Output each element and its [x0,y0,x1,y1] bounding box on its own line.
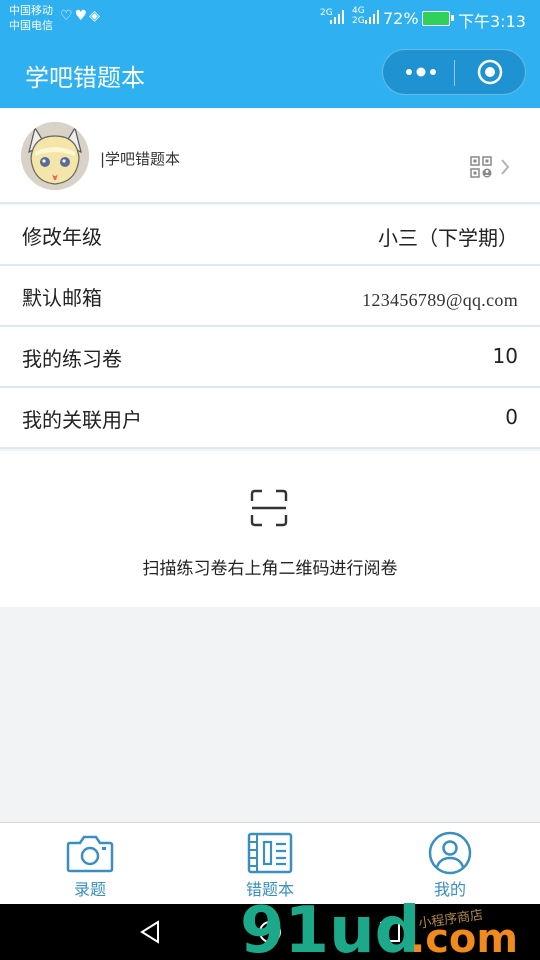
watermark-logo: 91ud .com 小程序商店 [240,894,518,960]
book-icon [247,832,293,874]
signal-bars-icon [330,10,344,24]
qr-code-icon[interactable] [470,156,492,178]
profile-name: |学吧错题本 [100,150,181,168]
capsule-divider [454,60,455,86]
status-bar: 中国移动 中国电信 ♡♥◈ 2G 4G 2G 72% 下午3:13 [0,0,540,38]
row-email-value: 123456789@qq.com [362,290,518,310]
back-icon[interactable] [138,920,162,944]
status-icons: ♡♥◈ [60,8,102,24]
scan-section[interactable]: 扫描练习卷右上角二维码进行阅卷 [0,451,540,607]
tab-record[interactable]: 录题 [0,823,180,905]
row-grade[interactable]: 修改年级 小三（下学期） [0,205,540,266]
svg-text:3: 3 [23,126,29,137]
target-circle-icon[interactable] [477,59,503,85]
row-email[interactable]: 默认邮箱 123456789@qq.com [0,266,540,327]
row-papers[interactable]: 我的练习卷 10 [0,327,540,388]
battery-percent: 72% [383,9,419,28]
app-icon: ◈ [89,8,102,24]
battery-icon [422,11,454,26]
carrier-info: 中国移动 中国电信 [9,3,53,33]
clock: 下午3:13 [458,12,526,31]
tab-record-label: 录题 [73,880,106,899]
profile-card[interactable]: 3 |学吧错题本 [0,108,540,204]
row-linked-users-label: 我的关联用户 [22,408,142,432]
camera-icon [66,835,114,873]
scan-instruction: 扫描练习卷右上角二维码进行阅卷 [142,559,398,579]
signal-label-3: 2G [352,16,365,26]
chevron-right-icon [501,159,510,175]
user-icon [428,831,472,875]
heart-icon: ♥ [74,8,90,24]
signal-label-2: 4G [352,6,365,16]
signal-bars-2-icon [365,10,379,24]
row-linked-users-value: 0 [505,405,518,429]
carrier-1: 中国移动 [9,4,53,17]
carrier-2: 中国电信 [9,19,53,32]
nav-bar: 学吧错题本 [0,38,540,108]
row-grade-value: 小三（下学期） [378,226,518,250]
more-dots-icon[interactable] [403,59,439,85]
row-grade-label: 修改年级 [22,225,102,249]
row-linked-users[interactable]: 我的关联用户 0 [0,388,540,449]
scan-icon[interactable] [250,489,288,527]
row-papers-value: 10 [492,344,518,368]
page-title: 学吧错题本 [25,64,145,92]
avatar[interactable]: 3 [21,122,89,190]
row-papers-label: 我的练习卷 [22,347,122,371]
watermark-brand: 91ud [240,894,420,960]
avatar-image: 3 [21,122,89,190]
row-email-label: 默认邮箱 [22,286,102,310]
wifi-shield-icon: ♡ [60,8,75,24]
capsule-menu [382,49,526,95]
